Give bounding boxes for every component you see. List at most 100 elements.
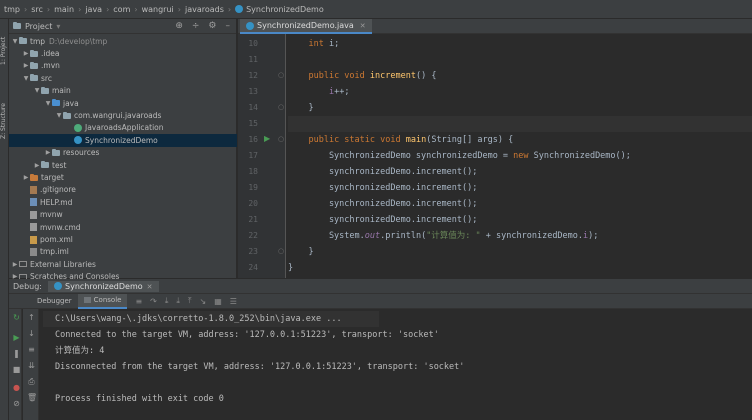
locate-icon[interactable]: ⊕ xyxy=(175,21,183,32)
tree-item[interactable]: ▶ .idea xyxy=(9,47,237,59)
down-icon[interactable]: ↓ xyxy=(27,329,36,338)
tree-item[interactable]: ▶ .mvn xyxy=(9,60,237,72)
code-line[interactable]: synchronizedDemo.increment(); xyxy=(288,164,752,180)
view-breakpoints-icon[interactable]: ● xyxy=(12,383,21,392)
tree-item[interactable]: ▼ main xyxy=(9,85,237,97)
code-line[interactable]: i++; xyxy=(288,84,752,100)
chevron-right-icon: › xyxy=(227,4,232,14)
print-icon[interactable]: ⎙ xyxy=(27,377,36,386)
up-icon[interactable]: ↑ xyxy=(27,313,36,322)
code-line[interactable] xyxy=(288,52,752,68)
project-panel-title[interactable]: Project xyxy=(25,22,52,31)
folder-icon xyxy=(52,99,60,107)
close-icon[interactable]: ✕ xyxy=(360,22,366,30)
fold-marker-icon[interactable]: ○ xyxy=(278,247,284,255)
soft-wrap-icon[interactable]: ≡ xyxy=(27,345,36,354)
code-line[interactable]: public static void main(String[] args) { xyxy=(288,132,752,148)
tree-item[interactable]: .gitignore xyxy=(9,184,237,196)
tree-item[interactable]: ▼ java xyxy=(9,97,237,109)
code-line[interactable] xyxy=(288,116,752,132)
code-line[interactable]: SynchronizedDemo synchronizedDemo = new … xyxy=(288,148,752,164)
gear-icon[interactable]: ⚙ xyxy=(208,21,216,32)
tree-item[interactable]: SynchronizedDemo xyxy=(9,134,237,147)
collapsed-arrow-icon[interactable]: ▶ xyxy=(44,149,52,156)
rerun-icon[interactable]: ↻ xyxy=(12,313,21,322)
tree-item[interactable]: ▶ test xyxy=(9,159,237,171)
line-number: 17 xyxy=(248,151,258,160)
code-line[interactable]: synchronizedDemo.increment(); xyxy=(288,180,752,196)
debug-session-tab[interactable]: SynchronizedDemo ✕ xyxy=(48,280,159,292)
breadcrumb-item[interactable]: java xyxy=(85,5,102,14)
expanded-arrow-icon[interactable]: ▼ xyxy=(22,75,30,82)
tree-item[interactable]: JavaroadsApplication xyxy=(9,122,237,134)
evaluate-icon[interactable]: ▦ xyxy=(214,297,222,306)
fold-marker-icon[interactable]: ○ xyxy=(278,71,284,79)
step-into-icon[interactable]: ⤓ xyxy=(165,296,169,306)
tree-item[interactable]: ▶ External Libraries xyxy=(9,258,237,270)
collapsed-arrow-icon[interactable]: ▶ xyxy=(22,62,30,69)
breadcrumb-item[interactable]: SynchronizedDemo xyxy=(246,5,324,14)
expanded-arrow-icon[interactable]: ▼ xyxy=(44,100,52,107)
tree-item[interactable]: mvnw xyxy=(9,209,237,221)
code-line[interactable]: public void increment() { xyxy=(288,68,752,84)
structure-tool-tab[interactable]: Z: Structure xyxy=(0,91,9,151)
breadcrumb-item[interactable]: com xyxy=(113,5,130,14)
close-icon[interactable]: ✕ xyxy=(147,283,153,291)
tree-item[interactable]: pom.xml xyxy=(9,233,237,245)
step-out-icon[interactable]: ⤒ xyxy=(188,296,192,306)
collapsed-arrow-icon[interactable]: ▶ xyxy=(33,162,41,169)
force-step-into-icon[interactable]: ⤓ xyxy=(176,296,180,306)
hide-icon[interactable]: – xyxy=(226,21,231,32)
breadcrumb-item[interactable]: tmp xyxy=(4,5,20,14)
breadcrumb-item[interactable]: javaroads xyxy=(185,5,224,14)
scroll-to-end-icon[interactable]: ⇊ xyxy=(27,361,36,370)
breadcrumb-item[interactable]: wangrui xyxy=(142,5,174,14)
stop-icon[interactable]: ■ xyxy=(12,365,21,374)
project-tool-tab[interactable]: 1: Project xyxy=(0,21,9,81)
expanded-arrow-icon[interactable]: ▼ xyxy=(55,112,63,119)
tab-console[interactable]: Console xyxy=(77,293,128,309)
tree-item[interactable]: ▼ src xyxy=(9,72,237,84)
expanded-arrow-icon[interactable]: ▼ xyxy=(11,38,19,45)
menu-icon[interactable]: ≡ xyxy=(135,297,142,306)
mute-breakpoints-icon[interactable]: ⊘ xyxy=(12,399,21,408)
code-line[interactable]: int i; xyxy=(288,36,752,52)
code-line[interactable]: } xyxy=(288,100,752,116)
collapsed-arrow-icon[interactable]: ▶ xyxy=(22,50,30,57)
tab-debugger[interactable]: Debugger xyxy=(31,294,78,309)
tree-item-label: .gitignore xyxy=(40,185,76,195)
code-line[interactable]: synchronizedDemo.increment(); xyxy=(288,196,752,212)
tree-item[interactable]: ▼ com.wangrui.javaroads xyxy=(9,109,237,121)
tree-item[interactable]: HELP.md xyxy=(9,196,237,208)
frames-icon[interactable]: ☰ xyxy=(230,297,237,306)
tree-item[interactable]: mvnw.cmd xyxy=(9,221,237,233)
editor-tab[interactable]: SynchronizedDemo.java ✕ xyxy=(240,19,372,34)
line-number: 21 xyxy=(248,215,258,224)
fold-marker-icon[interactable]: ○ xyxy=(278,103,284,111)
console-output[interactable]: C:\Users\wang-\.jdks\corretto-1.8.0_252\… xyxy=(43,309,752,420)
breadcrumb-item[interactable]: src xyxy=(31,5,43,14)
tree-item[interactable]: ▼ tmp D:\develop\tmp xyxy=(9,35,237,47)
code-line[interactable]: synchronizedDemo.increment(); xyxy=(288,212,752,228)
file-icon xyxy=(30,210,37,219)
clear-icon[interactable]: 🗑 xyxy=(27,393,37,402)
tree-item[interactable]: ▶ target xyxy=(9,171,237,183)
collapsed-arrow-icon[interactable]: ▶ xyxy=(11,261,19,268)
fold-marker-icon[interactable]: ○ xyxy=(278,135,284,143)
collapsed-arrow-icon[interactable]: ▶ xyxy=(22,174,30,181)
expanded-arrow-icon[interactable]: ▼ xyxy=(33,87,41,94)
collapse-icon[interactable]: ÷ xyxy=(192,21,200,32)
step-over-icon[interactable]: ↷ xyxy=(150,297,157,306)
chevron-down-icon[interactable]: ▾ xyxy=(56,22,60,31)
run-to-cursor-icon[interactable]: ↘ xyxy=(200,297,207,306)
folder-icon xyxy=(52,148,60,156)
tree-item[interactable]: ▶ resources xyxy=(9,147,237,159)
run-gutter-icon[interactable]: ▶ xyxy=(264,134,270,143)
tree-item[interactable]: tmp.iml xyxy=(9,246,237,258)
code-line[interactable]: } xyxy=(288,260,752,276)
code-line[interactable]: System.out.println("计算值为: " + synchroniz… xyxy=(288,228,752,244)
pause-icon[interactable]: ❚ xyxy=(12,349,21,358)
code-line[interactable]: } xyxy=(288,244,752,260)
breadcrumb-item[interactable]: main xyxy=(54,5,74,14)
resume-icon[interactable]: ▶ xyxy=(12,333,21,342)
